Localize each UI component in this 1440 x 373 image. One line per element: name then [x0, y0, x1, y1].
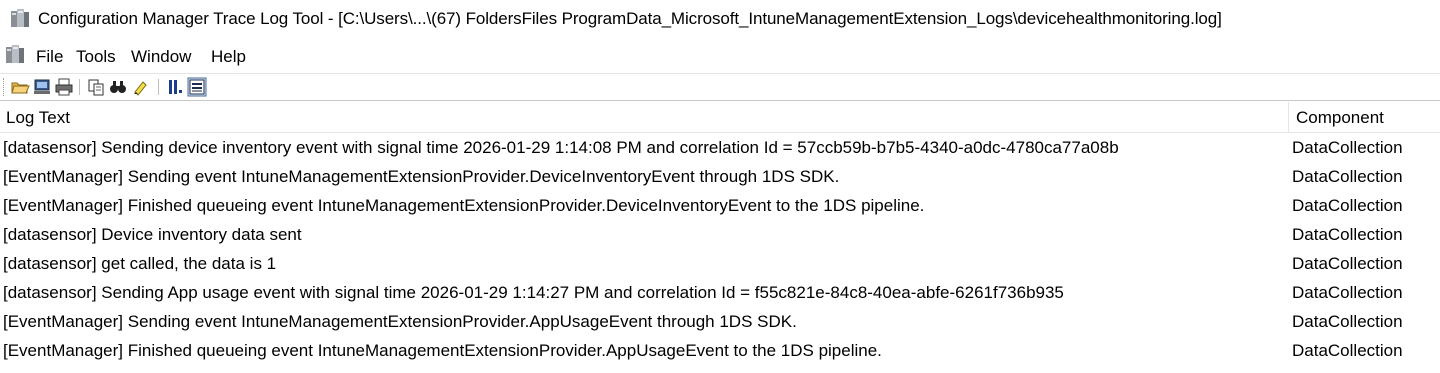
log-component: DataCollection	[1292, 167, 1403, 186]
log-component: DataCollection	[1292, 225, 1403, 244]
column-header-component[interactable]: Component	[1296, 108, 1384, 128]
log-text: [EventManager] Sending event IntuneManag…	[3, 167, 840, 186]
log-text: [datasensor] get called, the data is 1	[3, 254, 277, 273]
show-details-icon[interactable]	[187, 77, 207, 97]
log-text: [EventManager] Finished queueing event I…	[3, 196, 925, 215]
toolbar-grip[interactable]	[3, 78, 7, 96]
log-row[interactable]: [datasensor] Sending device inventory ev…	[0, 133, 1440, 162]
print-icon[interactable]	[54, 77, 74, 97]
menu-file[interactable]: File	[36, 47, 63, 67]
log-component: DataCollection	[1292, 254, 1403, 273]
log-row-partial[interactable]: ​	[0, 366, 1440, 373]
log-text: [datasensor] Sending App usage event wit…	[3, 283, 1064, 302]
cmtrace-app-icon	[6, 45, 24, 63]
pause-icon[interactable]	[165, 77, 185, 97]
log-text: [EventManager] Sending event IntuneManag…	[3, 312, 797, 331]
toolbar	[0, 73, 1440, 101]
log-text: [datasensor] Sending device inventory ev…	[3, 138, 1119, 157]
log-list-header: Log Text Component	[0, 102, 1440, 133]
log-component: DataCollection	[1292, 312, 1403, 331]
log-row[interactable]: [EventManager] Finished queueing event I…	[0, 336, 1440, 365]
log-row[interactable]: [EventManager] Sending event IntuneManag…	[0, 307, 1440, 336]
log-component: DataCollection	[1292, 138, 1403, 157]
highlight-icon[interactable]	[131, 77, 151, 97]
cmtrace-app-icon	[11, 9, 29, 27]
column-header-log-text[interactable]: Log Text	[6, 108, 70, 128]
copy-icon[interactable]	[86, 77, 106, 97]
column-divider[interactable]	[1288, 102, 1289, 132]
log-row[interactable]: [datasensor] Device inventory data sent …	[0, 220, 1440, 249]
menu-tools[interactable]: Tools	[76, 47, 116, 67]
log-row[interactable]: [datasensor] Sending App usage event wit…	[0, 278, 1440, 307]
log-row[interactable]: [EventManager] Finished queueing event I…	[0, 191, 1440, 220]
menu-help[interactable]: Help	[211, 47, 246, 67]
log-row[interactable]: [datasensor] get called, the data is 1 D…	[0, 249, 1440, 278]
menu-bar: File Tools Window Help	[0, 42, 1440, 72]
log-text: [EventManager] Finished queueing event I…	[3, 341, 882, 360]
log-text: [datasensor] Device inventory data sent	[3, 225, 302, 244]
log-row[interactable]: [EventManager] Sending event IntuneManag…	[0, 162, 1440, 191]
open-folder-icon[interactable]	[10, 77, 30, 97]
menu-window[interactable]: Window	[131, 47, 191, 67]
find-icon[interactable]	[108, 77, 128, 97]
toolbar-separator	[79, 79, 80, 95]
log-component: DataCollection	[1292, 196, 1403, 215]
title-bar: Configuration Manager Trace Log Tool - […	[0, 0, 1440, 40]
log-list[interactable]: [datasensor] Sending device inventory ev…	[0, 133, 1440, 365]
log-component: DataCollection	[1292, 341, 1403, 360]
toolbar-separator	[158, 79, 159, 95]
log-component: DataCollection	[1292, 283, 1403, 302]
open-remote-icon[interactable]	[32, 77, 52, 97]
window-title: Configuration Manager Trace Log Tool - […	[38, 9, 1222, 28]
